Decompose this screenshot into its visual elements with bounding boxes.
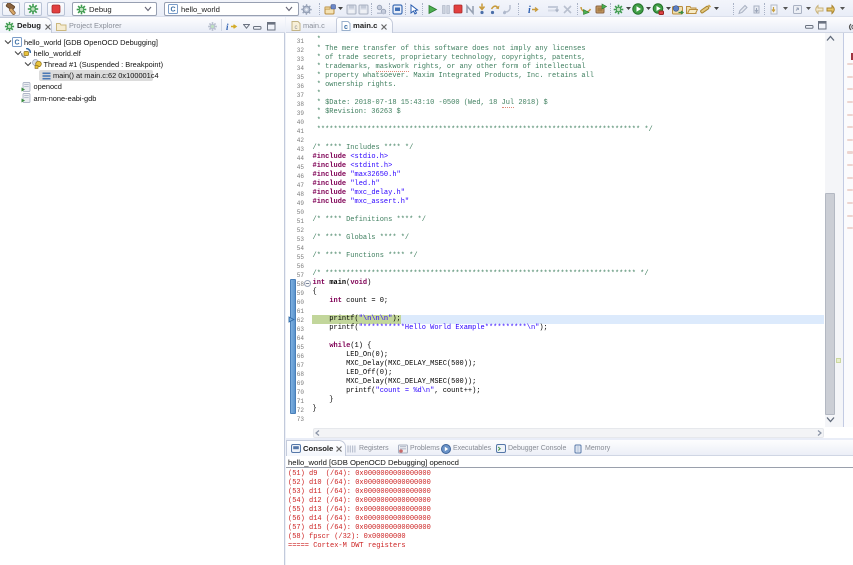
svg-text:c: c [344, 24, 348, 31]
svg-text:i: i [226, 22, 229, 32]
svg-text:C: C [170, 7, 175, 14]
svg-text:i: i [528, 5, 531, 15]
svg-text:C: C [14, 40, 19, 47]
svg-text:c: c [295, 25, 298, 31]
